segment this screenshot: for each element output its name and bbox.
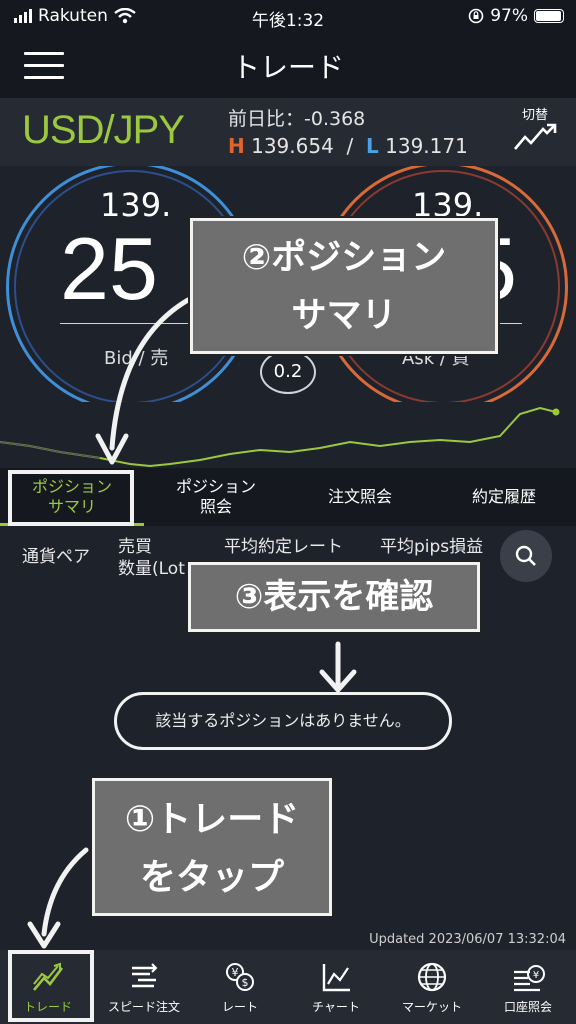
tab-execution-history[interactable]: 約定履歴: [432, 468, 576, 526]
currency-pair-row: USD/JPY 前日比：-0.368 H 139.654 / L 139.171…: [0, 98, 576, 166]
highlight-summary-tab: [8, 470, 134, 526]
price-sparkline: [0, 402, 576, 468]
svg-text:$: $: [242, 976, 249, 989]
callout-tap-trade: ①トレード をタップ: [90, 776, 334, 918]
nav-label: 口座照会: [503, 1000, 552, 1014]
nav-market[interactable]: マーケット: [384, 950, 480, 1024]
nav-label: マーケット: [401, 1000, 462, 1014]
globe-icon: [417, 962, 447, 992]
tab-position-inquiry[interactable]: ポジション 照会: [144, 468, 288, 526]
hl-separator: /: [346, 134, 354, 158]
svg-text:¥: ¥: [232, 966, 239, 979]
battery-percent: 97%: [490, 6, 528, 26]
bid-label: Bid / 売: [104, 348, 169, 369]
search-icon: [515, 545, 536, 566]
nav-speed-order[interactable]: スピード注文: [96, 950, 192, 1024]
tab-order-inquiry[interactable]: 注文照会: [288, 468, 432, 526]
speed-order-icon: [132, 963, 158, 988]
rotation-lock-icon: [468, 8, 484, 24]
switch-button[interactable]: 切替: [510, 104, 560, 155]
nav-label: チャート: [312, 1000, 360, 1014]
column-avg-pips: 平均pips損益: [380, 537, 484, 557]
search-button[interactable]: [500, 530, 552, 582]
nav-account[interactable]: ¥ 口座照会: [480, 950, 576, 1024]
updated-timestamp: Updated 2023/06/07 13:32:04: [369, 932, 566, 947]
trend-switch-icon: [514, 123, 557, 150]
status-right: 97%: [468, 6, 564, 26]
nav-label: スピード注文: [107, 1000, 180, 1014]
nav-chart[interactable]: チャート: [288, 950, 384, 1024]
column-pair: 通貨ペア: [22, 547, 90, 567]
currency-pair[interactable]: USD/JPY: [22, 108, 185, 153]
low-label: L: [366, 134, 379, 158]
nav-label: レート: [221, 1000, 258, 1014]
empty-message: 該当するポジションはありません。: [114, 692, 452, 750]
svg-text:¥: ¥: [533, 970, 539, 981]
battery-icon: [534, 9, 564, 23]
high-value: 139.654: [251, 134, 334, 158]
low-value: 139.171: [385, 134, 468, 158]
bid-price-main: 25: [60, 219, 158, 318]
day-change: 前日比：-0.368: [228, 108, 366, 130]
status-bar: Rakuten 午後1:32 97%: [0, 0, 576, 34]
high-label: H: [228, 134, 245, 158]
tab-label: ポジション 照会: [175, 477, 256, 516]
column-side-qty: 売買 数量(Lot): [118, 537, 192, 579]
callout-position-summary: ②ポジション サマリ: [188, 216, 500, 356]
nav-rate[interactable]: ¥ $ レート: [192, 950, 288, 1024]
switch-label: 切替: [521, 108, 548, 123]
chart-icon: [322, 964, 350, 992]
column-avg-rate: 平均約定レート: [224, 537, 343, 557]
account-icon: ¥: [514, 965, 545, 992]
highlight-trade-nav: [8, 950, 94, 1022]
callout-check-display: ③表示を確認: [186, 560, 482, 634]
page-title: トレード: [231, 51, 344, 84]
high-low: H 139.654 / L 139.171: [228, 134, 468, 158]
app-header: トレード: [0, 34, 576, 98]
spread-value: 0.2: [260, 350, 316, 394]
tab-label: 注文照会: [327, 487, 392, 506]
tab-label: 約定履歴: [471, 487, 536, 506]
rate-icon: ¥$: [226, 963, 254, 991]
